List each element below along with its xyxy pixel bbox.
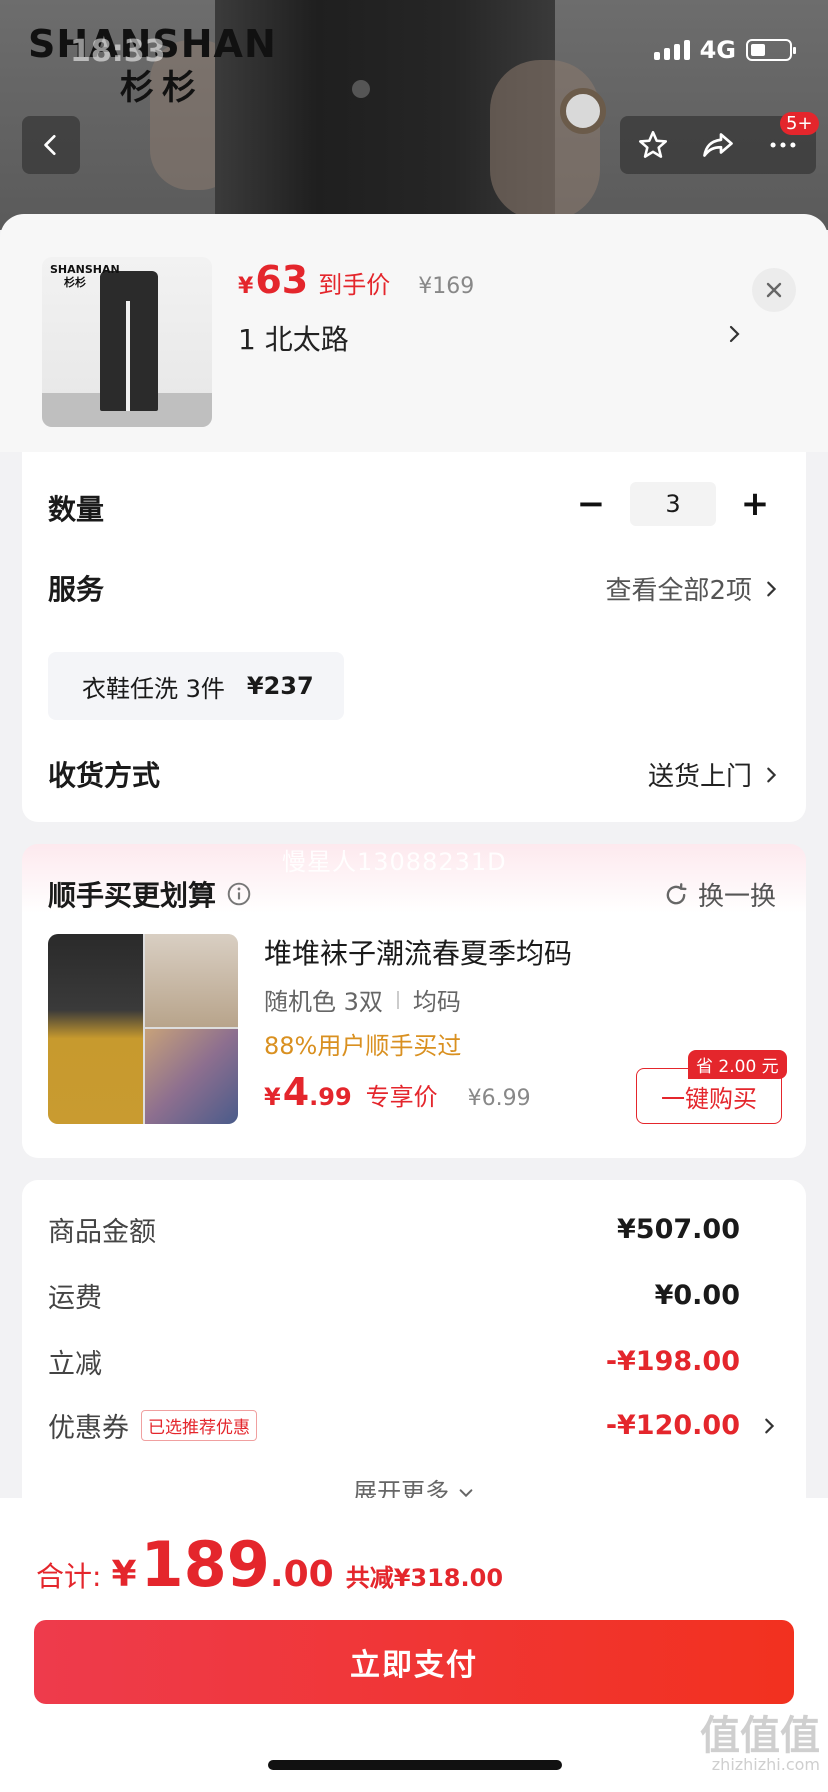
pay-now-button[interactable]: 立即支付 [34,1620,794,1704]
home-indicator [268,1760,562,1770]
original-price: ¥169 [418,274,475,299]
final-price: 63 [255,258,309,302]
delivery-value: 送货上门 [647,762,752,792]
chevron-left-icon [44,134,56,156]
checkout-bar: 合计: ¥ 189 .00 共减¥318.00 立即支付 值值值 zhizhiz… [0,1498,828,1792]
banner-pants-button [352,80,370,98]
favorite-button[interactable] [628,120,678,170]
share-icon [703,133,733,157]
swap-button[interactable]: 换一换 [662,876,776,913]
address-selector[interactable]: 1 北太路 [238,318,349,358]
coupon-chip: 已选推荐优惠 [141,1410,257,1441]
delivery-label: 收货方式 [48,759,161,792]
banner-hand-right [490,60,600,220]
close-button[interactable] [752,268,796,312]
recommend-product-spec: 随机色 3双 均码 [264,988,461,1016]
price-symbol: ¥ [238,274,254,299]
final-price-tag: 到手价 [318,271,391,299]
quantity-value[interactable]: 3 [630,482,716,526]
price-row: ¥ 63 到手价 ¥169 [238,258,474,302]
shipping-row: 运费 ¥0.00 [48,1280,740,1314]
banner-watch [560,88,606,134]
service-option-price: ¥237 [246,672,314,700]
info-icon[interactable] [226,881,252,907]
service-view-all-label: 查看全部2项 [605,576,752,606]
product-thumbnail[interactable]: SHANSHAN 杉杉 [42,257,212,427]
refresh-icon [666,882,687,904]
total-amount: 合计: ¥ 189 .00 共减¥318.00 [36,1528,504,1601]
save-badge: 省 2.00 元 [688,1050,787,1079]
options-card: 数量 − 3 + 服务 查看全部2项 衣鞋任洗 3件 ¥237 收货方式 送货上… [22,452,806,822]
recommend-title: 顺手买更划算 [48,874,252,914]
user-watermark: 慢星人13088231D [282,848,507,876]
notification-badge: 5+ [780,112,819,135]
recommend-card: 顺手买更划算 换一换 堆堆袜子潮流春夏季均码 随机色 3双 均码 88%用户顺手… [22,844,806,1158]
goods-amount-row: 商品金额 ¥507.00 [48,1214,740,1248]
chevron-right-icon [767,767,777,782]
status-time: 18:33 [70,34,166,69]
recommend-price-row: ¥ 4 .99 专享价 ¥6.99 [264,1070,531,1114]
service-label: 服务 [48,573,105,606]
recommend-bought-percent: 88%用户顺手买过 [264,1032,462,1060]
quantity-stepper: − 3 + [576,482,770,526]
back-button[interactable] [22,116,80,174]
battery-icon [746,39,796,61]
chevron-right-icon [729,325,740,343]
discount-row: 立减 -¥198.00 [48,1346,740,1380]
service-view-all[interactable]: 查看全部2项 [605,570,780,607]
quantity-minus-button[interactable]: − [576,484,606,524]
quantity-plus-button[interactable]: + [740,484,770,524]
service-option-chip[interactable]: 衣鞋任洗 3件 ¥237 [48,652,344,720]
quantity-label: 数量 [48,493,105,526]
thumbnail-brand: SHANSHAN 杉杉 [50,263,120,289]
delivery-selector[interactable]: 送货上门 [648,756,780,793]
chevron-right-icon [767,581,777,596]
recommend-product-name[interactable]: 堆堆袜子潮流春夏季均码 [264,932,572,972]
star-icon [638,130,667,158]
sock-product-image[interactable] [48,934,238,1124]
service-option-name: 衣鞋任洗 3件 [82,674,225,703]
recommend-original-price: ¥6.99 [467,1086,531,1111]
chevron-right-icon[interactable] [760,1414,778,1438]
coupon-row[interactable]: 优惠券 已选推荐优惠 -¥120.00 [48,1406,740,1445]
close-icon [766,282,782,298]
status-bar-right: 4G [653,36,796,64]
signal-icon [653,40,690,60]
share-button[interactable] [693,120,743,170]
total-saved: 共减¥318.00 [345,1564,504,1592]
swap-label: 换一换 [697,882,776,912]
network-label: 4G [699,36,736,64]
site-watermark: 值值值 zhizhizhi.com [700,1713,820,1774]
fees-card: 商品金额 ¥507.00 运费 ¥0.00 立减 -¥198.00 优惠券 已选… [22,1180,806,1510]
